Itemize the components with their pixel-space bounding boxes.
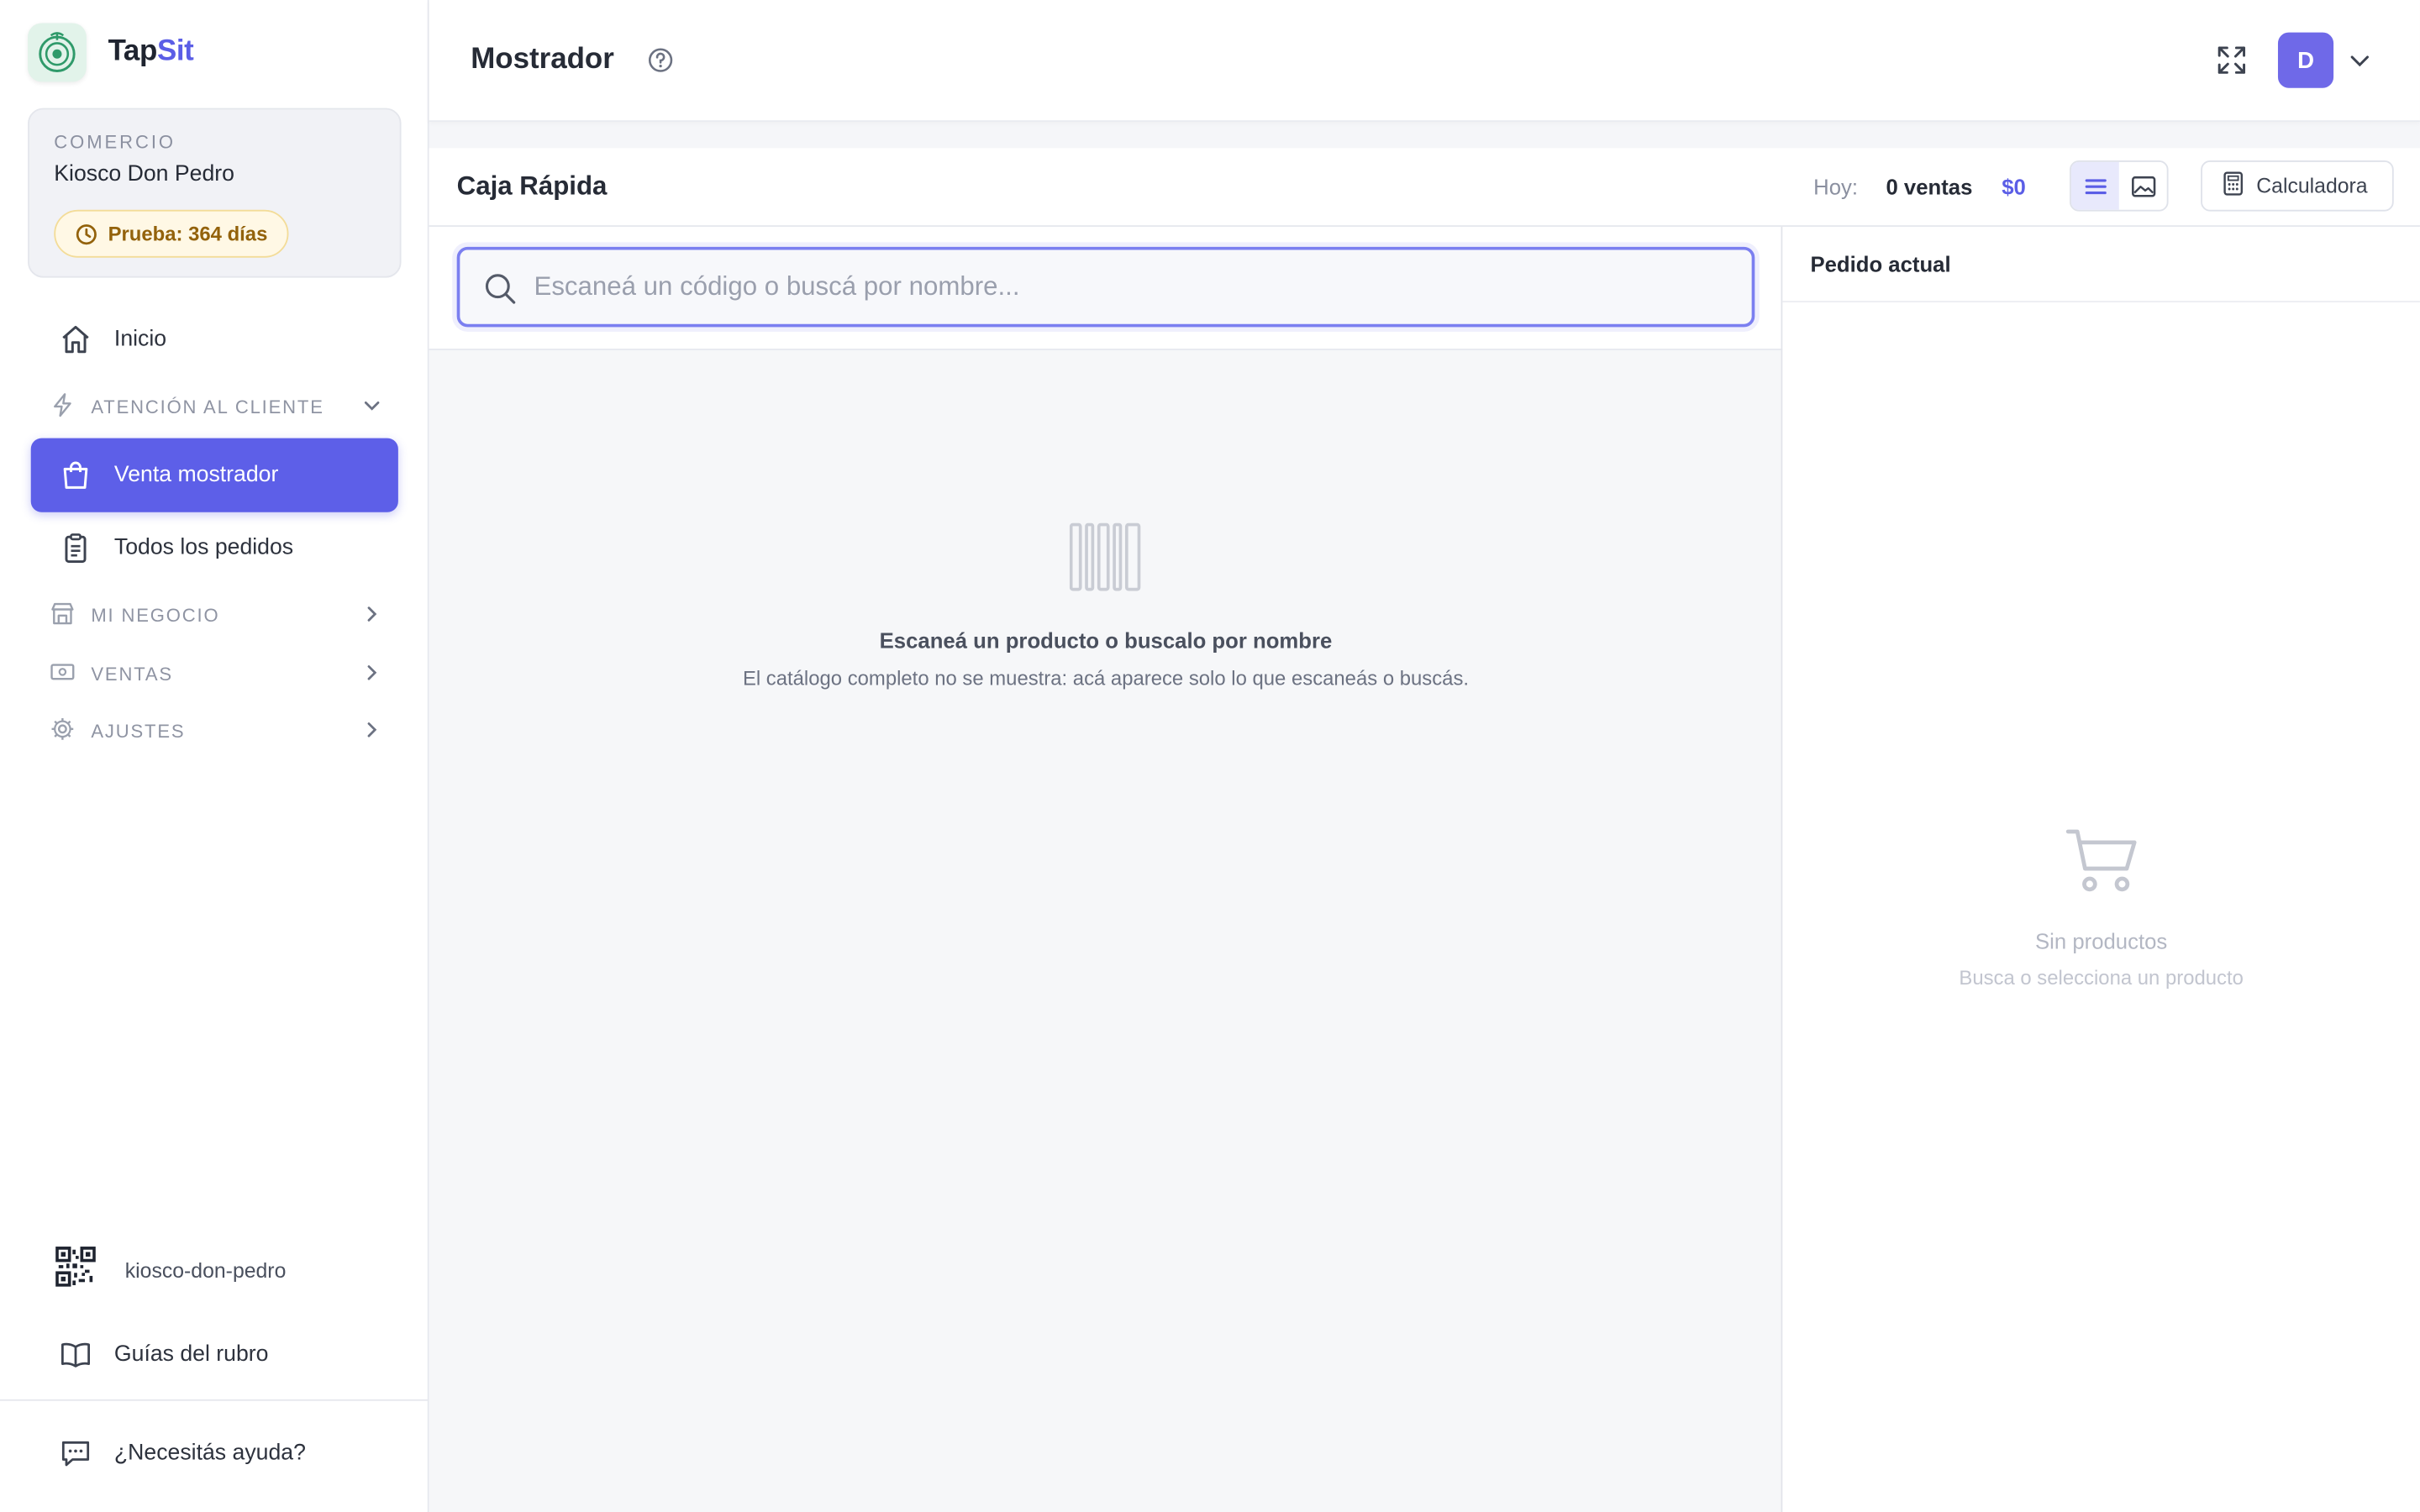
- sidebar-item-inicio[interactable]: Inicio: [31, 304, 398, 375]
- merchant-name: Kiosco Don Pedro: [54, 161, 234, 187]
- sidebar-section-label: VENTAS: [91, 663, 173, 685]
- clipboard-list-icon: [59, 531, 92, 564]
- image-view-button[interactable]: [2119, 162, 2167, 210]
- help-label: ¿Necesitás ayuda?: [113, 1441, 306, 1466]
- shopping-cart-icon: [2065, 826, 2139, 905]
- sidebar-item-label: Todos los pedidos: [113, 535, 294, 560]
- sidebar-section-negocio[interactable]: MI NEGOCIO: [50, 596, 383, 636]
- sidebar-item-todos-pedidos[interactable]: Todos los pedidos: [31, 512, 398, 583]
- trial-text: Prueba: 364 días: [108, 222, 268, 246]
- today-label: Hoy:: [1813, 174, 1859, 199]
- search-box[interactable]: [456, 246, 1755, 328]
- help-circle-icon[interactable]: [647, 46, 675, 81]
- list-view-button[interactable]: [2070, 161, 2119, 210]
- topbar: Mostrador D: [429, 0, 2420, 123]
- merchant-card: COMERCIO Kiosco Don Pedro Prueba: 364 dí…: [28, 108, 402, 278]
- chevron-right-icon: [361, 718, 383, 744]
- bolt-icon: [50, 392, 76, 423]
- chat-bubble-icon: [59, 1436, 92, 1470]
- store-icon: [50, 600, 76, 631]
- view-toggle: [2070, 160, 2169, 212]
- caja-toolbar: Caja Rápida Hoy: 0 ventas $0 Calculadora: [429, 148, 2420, 227]
- today-sales: 0 ventas: [1886, 174, 1973, 199]
- brand-name-part1: Tap: [108, 35, 158, 68]
- search-icon: [483, 271, 517, 313]
- fullscreen-icon[interactable]: [2215, 43, 2249, 85]
- sidebar-section-ajustes[interactable]: AJUSTES: [50, 711, 383, 752]
- image-icon: [2131, 176, 2155, 197]
- merchant-label: COMERCIO: [54, 131, 176, 153]
- sidebar-section-ventas[interactable]: VENTAS: [50, 654, 383, 695]
- sidebar-section-label: AJUSTES: [91, 720, 186, 743]
- sidebar-divider: [0, 1399, 429, 1401]
- order-panel: Pedido actual Sin productos Busca o sele…: [1782, 226, 2420, 1512]
- help-link[interactable]: ¿Necesitás ayuda?: [31, 1418, 398, 1488]
- sidebar-item-label: Inicio: [113, 327, 167, 352]
- chevron-down-icon[interactable]: [2348, 48, 2372, 81]
- caja-title: Caja Rápida: [456, 171, 608, 201]
- list-icon: [2084, 178, 2106, 194]
- sidebar-section-label: MI NEGOCIO: [91, 604, 220, 627]
- chevron-right-icon: [361, 661, 383, 687]
- trial-badge: Prueba: 364 días: [54, 209, 290, 258]
- gear-icon: [50, 716, 76, 747]
- empty-state-subtitle: El catálogo completo no se muestra: acá …: [742, 666, 1470, 690]
- today-amount: $0: [2002, 174, 2026, 199]
- book-open-icon: [59, 1337, 92, 1371]
- brand[interactable]: TapSit: [28, 23, 194, 82]
- brand-name-part2: Sit: [156, 35, 194, 68]
- sidebar-section-atencion[interactable]: ATENCIÓN AL CLIENTE: [50, 387, 383, 428]
- shopping-bag-icon: [59, 458, 92, 491]
- order-empty-title: Sin productos: [2035, 928, 2168, 954]
- sidebar-item-venta-mostrador[interactable]: Venta mostrador: [30, 438, 398, 512]
- qr-code-icon: [55, 1247, 96, 1294]
- order-empty-subtitle: Busca o selecciona un producto: [1959, 965, 2244, 990]
- sidebar-item-label: Venta mostrador: [113, 463, 279, 488]
- order-header: Pedido actual: [1782, 227, 2420, 302]
- store-link[interactable]: kiosco-don-pedro: [55, 1247, 286, 1294]
- page-title: Mostrador: [471, 43, 614, 76]
- store-slug: kiosco-don-pedro: [124, 1258, 287, 1283]
- barcode-icon: [1069, 522, 1144, 599]
- product-results-empty: Escaneá un producto o buscalo por nombre…: [429, 349, 1783, 1512]
- sidebar-section-label: ATENCIÓN AL CLIENTE: [91, 396, 324, 418]
- avatar[interactable]: D: [2277, 32, 2334, 88]
- chevron-down-icon: [361, 394, 383, 420]
- brand-logo-icon: [28, 23, 87, 82]
- calculator-button[interactable]: Calculadora: [2201, 160, 2394, 212]
- home-icon: [59, 323, 92, 356]
- sidebar: TapSit COMERCIO Kiosco Don Pedro Prueba:…: [0, 0, 429, 1512]
- chevron-right-icon: [361, 602, 383, 628]
- search-input[interactable]: [534, 249, 1723, 324]
- calculator-label: Calculadora: [2256, 174, 2368, 198]
- empty-state-title: Escaneá un producto o buscalo por nombre: [879, 627, 1333, 653]
- search-panel: [429, 226, 1783, 350]
- calculator-icon: [2223, 171, 2244, 201]
- order-title: Pedido actual: [1810, 251, 1951, 276]
- sidebar-item-guias[interactable]: Guías del rubro: [31, 1319, 398, 1389]
- sidebar-item-label: Guías del rubro: [113, 1341, 269, 1368]
- cash-icon: [50, 659, 76, 690]
- brand-name: TapSit: [108, 35, 194, 69]
- clock-icon: [76, 223, 97, 244]
